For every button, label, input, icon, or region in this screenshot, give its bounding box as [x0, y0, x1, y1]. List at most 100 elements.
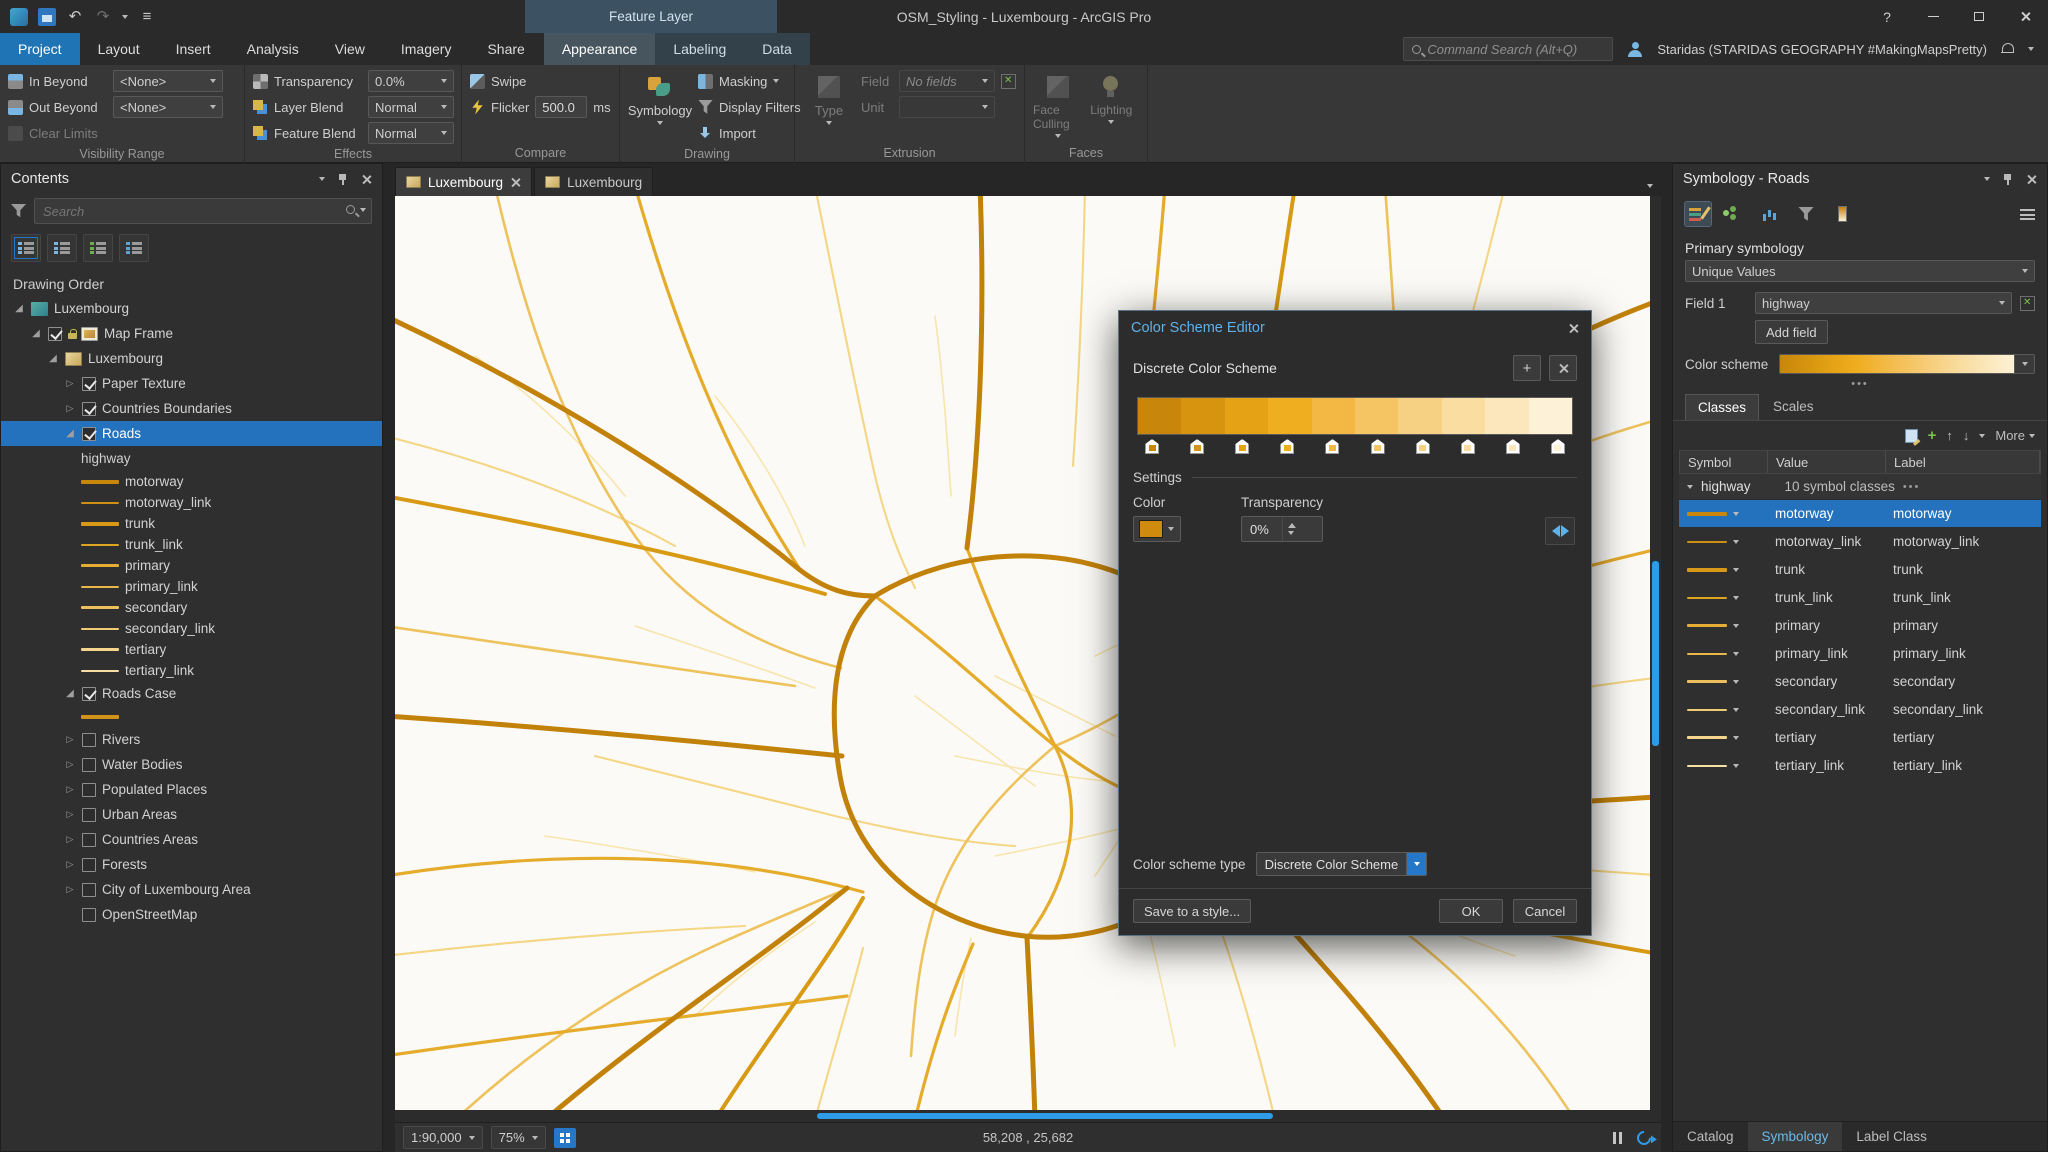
field1-dropdown[interactable]: highway	[1755, 292, 2012, 314]
bottom-tab-symbology[interactable]: Symbology	[1748, 1122, 1843, 1151]
tree-item[interactable]: Paper Texture	[1, 371, 382, 396]
signed-in-user[interactable]: Staridas (STARIDAS GEOGRAPHY #MakingMaps…	[1657, 42, 1987, 57]
refresh-icon[interactable]	[1634, 1128, 1654, 1148]
minimize-button[interactable]	[1910, 0, 1956, 33]
symbol-dropdown-icon[interactable]	[1733, 680, 1739, 684]
save-to-style-button[interactable]: Save to a style...	[1133, 899, 1251, 923]
tree-item[interactable]: Roads	[1, 421, 382, 446]
symbol-layer-drawing-button[interactable]	[1757, 202, 1783, 226]
layer-visibility-checkbox[interactable]	[82, 808, 96, 822]
extrusion-type-button[interactable]: Type	[803, 70, 855, 142]
list-by-selection-button[interactable]	[83, 234, 113, 262]
color-stop[interactable]	[1280, 439, 1294, 454]
symbol-dropdown-icon[interactable]	[1733, 512, 1739, 516]
expander-icon[interactable]	[64, 688, 76, 700]
maximize-button[interactable]	[1956, 0, 2002, 33]
expander-icon[interactable]	[64, 402, 76, 415]
display-filters-button[interactable]: Display Filters	[698, 96, 801, 118]
in-beyond-dropdown[interactable]: <None>	[113, 70, 223, 92]
color-stop[interactable]	[1235, 439, 1249, 454]
symbol-class-item[interactable]: secondary	[1, 597, 382, 618]
add-class-button[interactable]	[1905, 429, 1918, 443]
expander-icon[interactable]	[13, 303, 25, 315]
color-stop[interactable]	[1325, 439, 1339, 454]
lighting-button[interactable]: Lighting	[1089, 70, 1133, 142]
label-cell[interactable]: motorway_link	[1885, 534, 2041, 549]
spin-up-icon[interactable]	[1288, 523, 1296, 528]
layer-visibility-checkbox[interactable]	[82, 858, 96, 872]
expander-icon[interactable]	[64, 758, 76, 771]
symbol-class-item[interactable]: trunk_link	[1, 534, 382, 555]
ribbon-tab-project[interactable]: Project	[0, 33, 80, 65]
add-field-button[interactable]: Add field	[1755, 320, 1828, 344]
map-horizontal-scrollbar[interactable]	[395, 1110, 1661, 1122]
contents-menu-icon[interactable]	[319, 177, 325, 181]
pause-drawing-icon[interactable]	[1613, 1132, 1623, 1144]
tree-item[interactable]: OpenStreetMap	[1, 902, 382, 927]
vertical-scroll-thumb[interactable]	[1652, 561, 1659, 746]
symbol-cell[interactable]	[1679, 512, 1767, 516]
label-cell[interactable]: secondary	[1885, 674, 2041, 689]
symbol-class-row[interactable]: trunk_linktrunk_link	[1679, 584, 2041, 612]
color-stop[interactable]	[1145, 439, 1159, 454]
ribbon-tab-data[interactable]: Data	[744, 33, 810, 65]
color-ramp-preview[interactable]	[1137, 397, 1573, 435]
group-row-highway[interactable]: highway 10 symbol classes •••	[1679, 474, 2041, 500]
expander-icon[interactable]	[64, 858, 76, 871]
dialog-title-bar[interactable]: Color Scheme Editor	[1119, 311, 1591, 345]
symbol-cell[interactable]	[1679, 540, 1767, 544]
symbol-class-item[interactable]: primary_link	[1, 576, 382, 597]
expander-icon[interactable]	[64, 808, 76, 821]
help-button[interactable]	[1864, 0, 1910, 33]
symbol-cell[interactable]	[1679, 652, 1767, 656]
customize-toolbar-icon[interactable]: ≡	[138, 8, 156, 26]
symbol-class-item[interactable]: motorway_link	[1, 492, 382, 513]
scheme-type-caret[interactable]	[1406, 853, 1426, 875]
extrusion-field-dropdown[interactable]: No fields	[899, 70, 995, 92]
symbol-class-item[interactable]: tertiary_link	[1, 660, 382, 681]
primary-symbology-tab-button[interactable]	[1685, 202, 1711, 226]
label-cell[interactable]: tertiary_link	[1885, 758, 2041, 773]
symbol-class-item[interactable]: motorway	[1, 471, 382, 492]
expression-builder-icon[interactable]	[2020, 296, 2035, 311]
flicker-input[interactable]: 500.0	[535, 96, 587, 118]
add-value-button[interactable]: +	[1928, 427, 1937, 444]
symbol-dropdown-icon[interactable]	[1733, 764, 1739, 768]
feature-blend-dropdown[interactable]: Normal	[368, 122, 454, 144]
tree-item[interactable]: highway	[1, 446, 382, 471]
ribbon-tab-imagery[interactable]: Imagery	[383, 33, 470, 65]
list-by-source-button[interactable]	[47, 234, 77, 262]
expander-icon[interactable]	[64, 883, 76, 896]
expander-icon[interactable]	[64, 783, 76, 796]
symbol-class-row[interactable]: tertiary_linktertiary_link	[1679, 752, 2041, 780]
splitter-handle[interactable]: •••	[1673, 376, 2047, 392]
tree-item[interactable]: Roads Case	[1, 681, 382, 706]
scheme-type-dropdown[interactable]: Discrete Color Scheme	[1256, 852, 1428, 876]
symbol-class-row[interactable]: secondarysecondary	[1679, 668, 2041, 696]
extrusion-expression-icon[interactable]	[1001, 74, 1016, 89]
extrusion-unit-dropdown[interactable]	[899, 96, 995, 118]
symbol-dropdown-icon[interactable]	[1733, 568, 1739, 572]
map-scale-dropdown[interactable]: 1:90,000	[403, 1126, 483, 1149]
clear-limits-button[interactable]: Clear Limits	[8, 122, 223, 144]
layer-blend-dropdown[interactable]: Normal	[368, 96, 454, 118]
tree-item[interactable]: Water Bodies	[1, 752, 382, 777]
layer-visibility-checkbox[interactable]	[82, 833, 96, 847]
redo-icon[interactable]: ↷	[94, 8, 112, 26]
layer-visibility-checkbox[interactable]	[82, 783, 96, 797]
symbol-class-row[interactable]: primary_linkprimary_link	[1679, 640, 2041, 668]
notifications-icon[interactable]	[2001, 43, 2014, 56]
symbol-class-row[interactable]: primaryprimary	[1679, 612, 2041, 640]
move-up-button[interactable]	[1946, 428, 1953, 443]
color-stop[interactable]	[1461, 439, 1475, 454]
color-stop[interactable]	[1416, 439, 1430, 454]
contents-search-caret-icon[interactable]	[360, 208, 366, 212]
color-stop[interactable]	[1506, 439, 1520, 454]
ribbon-collapse-icon[interactable]	[2028, 47, 2034, 51]
symbol-cell[interactable]	[1679, 680, 1767, 684]
import-button[interactable]: Import	[698, 122, 801, 144]
symbol-cell[interactable]	[1679, 624, 1767, 628]
expander-icon[interactable]	[64, 833, 76, 846]
symbol-cell[interactable]	[1679, 736, 1767, 740]
sort-options-icon[interactable]	[1979, 434, 1985, 438]
